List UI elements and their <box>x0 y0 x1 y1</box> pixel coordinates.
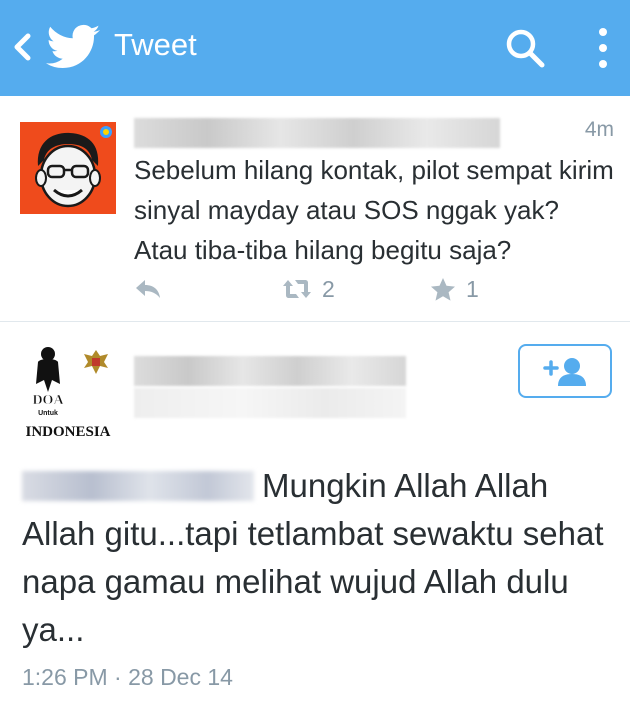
tweet-time: 4m <box>584 118 614 141</box>
top-app-bar: Tweet <box>0 0 630 96</box>
tweet-text: Sebelum hilang kontak, pilot sempat kiri… <box>134 155 614 265</box>
avatar-text-top: DOA <box>32 393 64 408</box>
search-icon[interactable] <box>503 26 547 70</box>
avatar[interactable] <box>20 122 116 214</box>
retweet-button[interactable]: 2 <box>282 274 335 304</box>
star-icon <box>431 278 455 301</box>
retweet-icon <box>283 280 311 298</box>
tweet-detail: DOA Untuk INDONESIA Mungkin Allah Allah … <box>0 322 630 711</box>
cartoon-face-avatar-icon <box>20 122 116 214</box>
mention-redacted <box>22 471 254 501</box>
display-name-redacted <box>134 356 406 386</box>
tweet-text: Mungkin Allah Allah Allah gitu...tapi te… <box>22 462 612 654</box>
twitter-bird-icon <box>46 24 100 69</box>
favorite-count: 1 <box>466 275 479 302</box>
tweet-timestamp: 1:26 PM · 28 Dec 14 <box>22 664 233 690</box>
more-vertical-icon[interactable] <box>590 26 616 70</box>
avatar[interactable]: DOA Untuk INDONESIA <box>20 344 116 440</box>
username-redacted <box>134 118 500 148</box>
doa-untuk-indonesia-logo-icon: DOA Untuk INDONESIA <box>20 344 116 440</box>
avatar-text-bottom: INDONESIA <box>25 424 110 440</box>
retweet-count: 2 <box>322 275 335 302</box>
add-user-icon <box>543 358 586 386</box>
handle-redacted <box>134 388 406 418</box>
follow-button[interactable] <box>518 344 612 398</box>
avatar-text-mid: Untuk <box>38 410 58 417</box>
tweet-item[interactable]: 4m Sebelum hilang kontak, pilot sempat k… <box>0 96 630 322</box>
chevron-left-icon[interactable] <box>8 30 38 64</box>
reply-icon <box>136 280 160 298</box>
reply-button[interactable] <box>134 274 162 304</box>
page-title: Tweet <box>114 27 197 62</box>
tweet-actions: 2 1 <box>134 274 614 304</box>
favorite-button[interactable]: 1 <box>430 274 479 304</box>
